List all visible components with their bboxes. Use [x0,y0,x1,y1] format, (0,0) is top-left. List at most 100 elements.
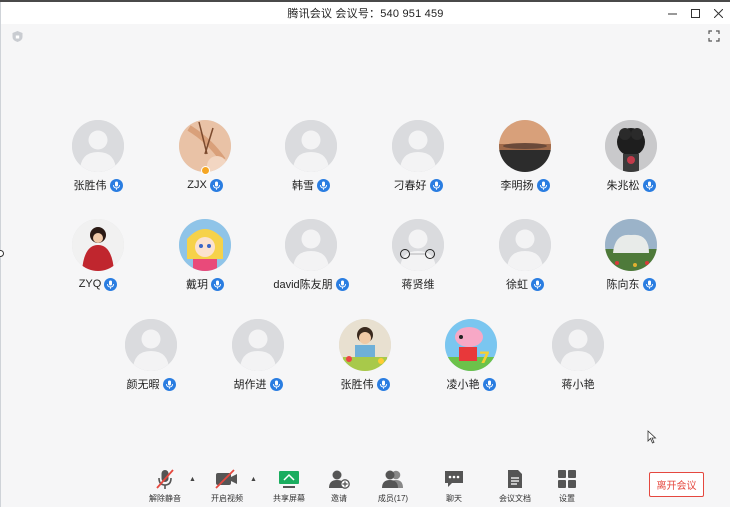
avatar [72,120,124,172]
meeting-docs-button[interactable]: 会议文档 [489,467,541,504]
title-bar[interactable]: 腾讯会议 会议号：540 951 459 [1,2,730,24]
mic-status-icon [335,277,349,291]
video-options-caret[interactable]: ▲ [250,476,257,483]
window-resize-handle[interactable] [0,250,4,257]
avatar [72,219,124,271]
leave-meeting-button[interactable]: 离开会议 [649,472,704,497]
avatar [605,219,657,271]
participant-tile[interactable]: 蒋小艳 [528,319,628,401]
minimize-button[interactable] [661,2,684,24]
mic-status-icon [376,377,390,391]
microphone-icon [534,280,541,289]
avatar [499,219,551,271]
unmute-label: 解除静音 [149,494,181,503]
participant-name-row: 蒋贤维 [402,276,435,292]
participant-tile[interactable]: 陈向东 [581,219,681,301]
window-controls [661,2,730,24]
default-user-icon [72,120,124,172]
mic-status-icon [317,178,330,192]
invite-button[interactable]: 邀请 [313,467,365,504]
avatar [125,319,177,371]
participant-name: ZJX [187,179,207,191]
mic-status-icon [531,277,544,291]
participant-tile[interactable]: 韩雪 [261,120,361,202]
shield-icon[interactable] [11,30,24,43]
share-screen-label: 共享屏幕 [273,494,305,503]
mic-status-icon [209,178,223,192]
microphone-icon [107,280,115,289]
microphone-icon [645,181,653,190]
microphone-icon [214,280,221,289]
participant-tile[interactable]: 颜无暇 [101,319,201,401]
participant-name-row: 张胜伟 [341,376,390,392]
default-user-icon [285,219,337,271]
maximize-icon [691,8,700,18]
mouse-cursor-icon [647,430,657,444]
participant-tile[interactable]: 7 凌小艳 [421,319,521,401]
participant-tile[interactable]: david陈友朋 [261,219,361,301]
participant-tile[interactable]: 刁春好 [368,120,468,202]
participant-name-row: 朱兆松 [607,177,656,193]
unmute-button[interactable]: 解除静音 [139,467,191,504]
participant-name-row: 凌小艳 [447,376,496,392]
default-user-icon [125,319,177,371]
participant-tile[interactable]: 胡作进 [208,319,308,401]
avatar [392,120,444,172]
mic-status-icon [104,277,118,291]
default-user-icon [232,319,284,371]
start-video-label: 开启视频 [211,494,243,503]
participant-tile[interactable]: 朱兆松 [581,120,681,202]
participant-name-row: 胡作进 [234,376,283,392]
chat-button[interactable]: 聊天 [428,467,480,504]
mic-status-icon [211,277,224,291]
microphone-icon [379,380,387,389]
settings-button[interactable]: 设置 [541,467,593,504]
participant-tile[interactable]: ZJX [155,120,255,202]
avatar-photo: 7 [445,319,497,371]
meeting-docs-label: 会议文档 [499,494,531,503]
fullscreen-icon[interactable] [708,30,720,42]
participant-tile[interactable]: 蒋贤维 [368,219,468,301]
participant-tile[interactable]: 张胜伟 [315,319,415,401]
settings-grid-icon [558,470,576,488]
avatar [552,319,604,371]
avatar [285,120,337,172]
participant-tile[interactable]: ZYQ [48,219,148,301]
participant-tile[interactable]: 李明扬 [475,120,575,202]
microphone-icon [165,380,173,389]
window-title: 腾讯会议 会议号：540 951 459 [287,8,444,20]
participant-name-row: 徐虹 [506,276,544,292]
participant-name-row: 李明扬 [501,177,550,193]
participant-tile[interactable]: 张胜伟 [48,120,148,202]
microphone-icon [212,181,220,190]
avatar [605,120,657,172]
audio-options-caret[interactable]: ▲ [189,476,196,483]
members-icon [382,470,403,488]
participant-name-row: ZYQ [79,276,118,292]
avatar-photo [339,319,391,371]
participant-tile[interactable]: 徐虹 [475,219,575,301]
members-label: 成员(17) [377,494,409,503]
meeting-info-bar [1,24,730,48]
mic-status-icon [642,277,656,291]
default-user-icon [499,219,551,271]
default-user-icon [285,120,337,172]
participant-name-row: ZJX [187,177,223,193]
settings-label: 设置 [559,494,575,503]
svg-text:7: 7 [479,348,490,367]
microphone-icon [272,380,280,389]
start-video-button[interactable]: 开启视频 [201,467,253,504]
maximize-button[interactable] [684,2,707,24]
microphone-icon [485,380,493,389]
participant-name: 张胜伟 [73,180,107,192]
microphone-icon [539,181,547,190]
close-button[interactable] [707,2,730,24]
invite-label: 邀请 [331,494,347,503]
close-icon [714,8,723,18]
participant-tile[interactable]: 戴玥 [155,219,255,301]
members-button[interactable]: 成员(17) [367,467,419,504]
participant-name: 朱兆松 [606,180,640,192]
participant-name: david陈友朋 [273,279,333,291]
mic-status-icon [642,178,656,192]
share-screen-button[interactable]: 共享屏幕 [263,467,315,504]
